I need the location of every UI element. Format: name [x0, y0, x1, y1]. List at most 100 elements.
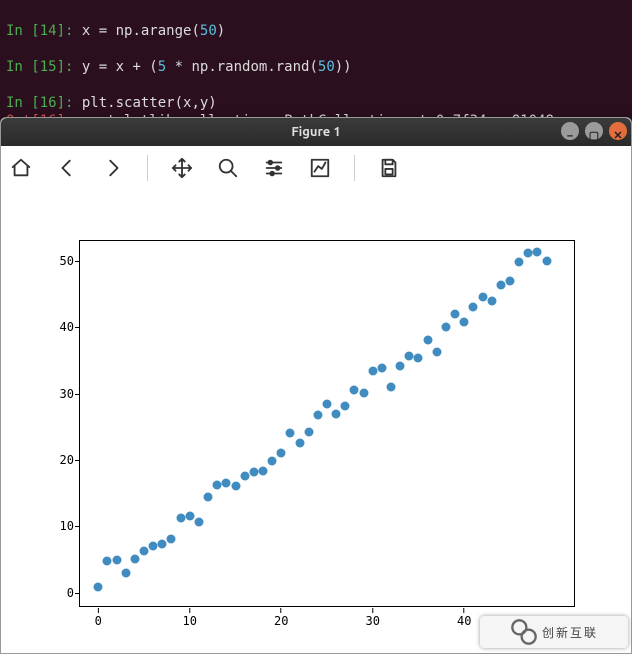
scatter-point: [277, 449, 286, 458]
scatter-point: [313, 410, 322, 419]
toolbar-separator: [147, 155, 148, 181]
scatter-point: [286, 428, 295, 437]
prompt-close: ]:: [57, 95, 82, 111]
scatter-point: [222, 479, 231, 488]
x-tick-label: 30: [366, 614, 380, 628]
y-tick-label: 20: [40, 453, 74, 467]
watermark-text: 创新互联: [542, 624, 598, 641]
scatter-point: [332, 409, 341, 418]
plot-canvas[interactable]: 0 10 20 30 40 50 0 10 20 30 40: [1, 190, 631, 653]
ipython-terminal: In [14]: x = np.arange(50) In [15]: y = …: [0, 0, 632, 134]
home-icon[interactable]: [9, 156, 33, 180]
prompt-in: In [: [6, 59, 40, 75]
num-literal: 5: [158, 59, 166, 75]
scatter-point: [112, 555, 121, 564]
scatter-point: [387, 383, 396, 392]
scatter-point: [359, 388, 368, 397]
maximize-button[interactable]: ▢: [585, 122, 603, 140]
scatter-point: [505, 276, 514, 285]
save-icon[interactable]: [377, 156, 401, 180]
forward-icon[interactable]: [101, 156, 125, 180]
prompt-num: 15: [40, 59, 57, 75]
scatter-point: [533, 247, 542, 256]
scatter-point: [451, 310, 460, 319]
scatter-point: [368, 367, 377, 376]
scatter-point: [323, 400, 332, 409]
scatter-point: [240, 471, 249, 480]
move-icon[interactable]: [170, 156, 194, 180]
num-literal: 50: [200, 23, 217, 39]
scatter-point: [185, 512, 194, 521]
code-text: x = np.arange(: [82, 23, 200, 39]
scatter-point: [130, 554, 139, 563]
titlebar[interactable]: Figure 1 – ▢ ✕: [1, 118, 631, 146]
scatter-point: [515, 257, 524, 266]
scatter-point: [460, 317, 469, 326]
toolbar-separator: [354, 155, 355, 181]
scatter-point: [204, 492, 213, 501]
code-text: ): [217, 23, 225, 39]
close-button[interactable]: ✕: [609, 122, 627, 140]
scatter-point: [149, 542, 158, 551]
scatter-point: [487, 296, 496, 305]
scatter-point: [496, 280, 505, 289]
code-text: y = x + (: [82, 59, 158, 75]
chart-icon[interactable]: [308, 156, 332, 180]
back-icon[interactable]: [55, 156, 79, 180]
scatter-point: [158, 540, 167, 549]
prompt-close: ]:: [57, 23, 82, 39]
scatter-point: [295, 439, 304, 448]
scatter-point: [405, 352, 414, 361]
scatter-point: [478, 293, 487, 302]
num-literal: 50: [318, 59, 335, 75]
scatter-point: [469, 302, 478, 311]
x-tick-label: 20: [274, 614, 288, 628]
code-text: plt.scatter(x,y): [82, 95, 217, 111]
scatter-point: [94, 583, 103, 592]
scatter-point: [268, 457, 277, 466]
scatter-point: [441, 323, 450, 332]
scatter-point: [103, 556, 112, 565]
scatter-point: [432, 347, 441, 356]
scatter-point: [396, 361, 405, 370]
scatter-point: [258, 467, 267, 476]
x-tick-label: 40: [457, 614, 471, 628]
watermark-logo: 创新互联: [480, 616, 628, 648]
scatter-point: [249, 467, 258, 476]
scatter-point: [542, 256, 551, 265]
scatter-point: [350, 386, 359, 395]
matplotlib-toolbar: [1, 146, 631, 191]
x-tick-label: 10: [183, 614, 197, 628]
x-tick-label: 0: [95, 614, 102, 628]
scatter-point: [414, 353, 423, 362]
scatter-point: [524, 248, 533, 257]
zoom-icon[interactable]: [216, 156, 240, 180]
window-title: Figure 1: [291, 125, 340, 139]
scatter-point: [377, 364, 386, 373]
scatter-point: [194, 518, 203, 527]
scatter-point: [140, 546, 149, 555]
axes: 01020304050010203040: [79, 240, 575, 607]
scatter-point: [121, 568, 130, 577]
scatter-point: [341, 401, 350, 410]
prompt-num: 14: [40, 23, 57, 39]
prompt-num: 16: [40, 95, 57, 111]
code-text: * np.random.rand(: [166, 59, 318, 75]
scatter-point: [176, 513, 185, 522]
y-tick-label: 0: [40, 586, 74, 600]
minimize-button[interactable]: –: [561, 122, 579, 140]
scatter-point: [213, 481, 222, 490]
prompt-in: In [: [6, 23, 40, 39]
y-tick-label: 30: [40, 387, 74, 401]
scatter-point: [231, 481, 240, 490]
config-icon[interactable]: [262, 156, 286, 180]
scatter-point: [167, 534, 176, 543]
y-tick-label: 40: [40, 320, 74, 334]
figure-window: Figure 1 – ▢ ✕ 0 10 20 30 40 50 0 10 20 30 40: [0, 117, 632, 654]
prompt-close: ]:: [57, 59, 82, 75]
code-text: )): [335, 59, 352, 75]
scatter-point: [423, 335, 432, 344]
y-tick-label: 50: [40, 254, 74, 268]
prompt-in: In [: [6, 95, 40, 111]
y-tick-label: 10: [40, 519, 74, 533]
